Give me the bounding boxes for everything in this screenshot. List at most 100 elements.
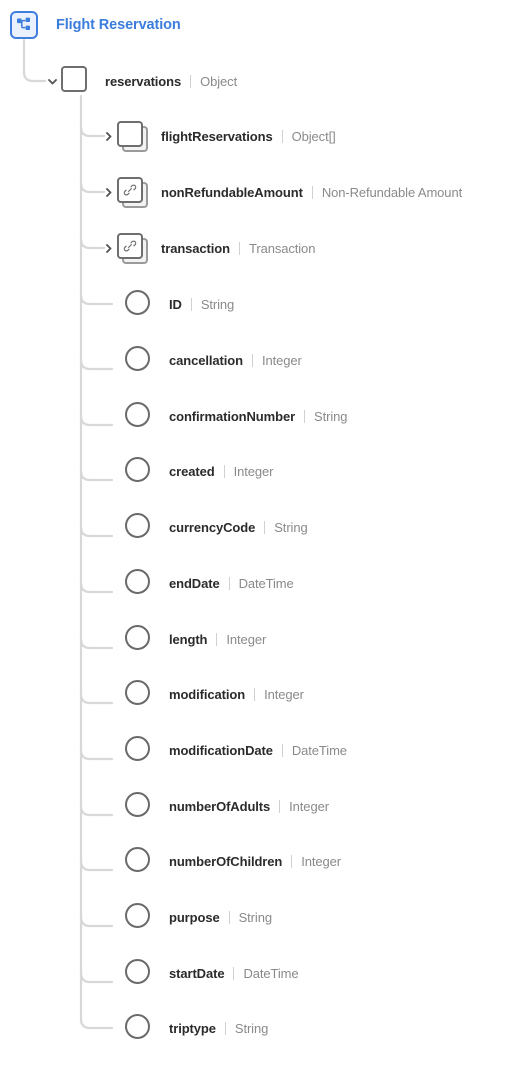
tree-node-type: Non-Refundable Amount xyxy=(321,185,463,200)
tree-node-type: String xyxy=(238,910,272,925)
field-node-icon[interactable] xyxy=(125,512,155,542)
tree-node-modificationDate[interactable]: modificationDate DateTime xyxy=(109,730,347,770)
tree-node-name: confirmationNumber xyxy=(169,409,296,424)
chevron-right-icon[interactable] xyxy=(101,241,115,255)
tree-node-name: numberOfAdults xyxy=(169,799,271,814)
tree-node-name: flightReservations xyxy=(161,129,273,144)
label-divider xyxy=(264,521,266,534)
tree-node-type: String xyxy=(274,520,308,535)
tree-node-confirmationNumber[interactable]: confirmationNumber String xyxy=(109,396,348,436)
tree-node-length[interactable]: length Integer xyxy=(109,619,266,659)
tree-node-labels: transaction Transaction xyxy=(161,240,315,256)
tree-node-name: startDate xyxy=(169,966,225,981)
tree-node-labels: confirmationNumber String xyxy=(169,408,348,424)
tree-node-type: Integer xyxy=(289,799,329,814)
label-divider xyxy=(233,967,235,980)
tree-node-created[interactable]: created Integer xyxy=(109,451,273,491)
label-divider xyxy=(238,242,240,255)
link-icon xyxy=(117,233,143,259)
label-divider xyxy=(228,911,230,924)
label-divider xyxy=(190,298,192,311)
tree-node-labels: currencyCode String xyxy=(169,519,308,535)
tree-node-labels: startDate DateTime xyxy=(169,965,299,981)
field-node-icon[interactable] xyxy=(125,1013,155,1043)
field-node-icon[interactable] xyxy=(125,679,155,709)
tree-node-ID[interactable]: ID String xyxy=(109,284,234,324)
label-divider xyxy=(254,688,256,701)
tree-node-labels: created Integer xyxy=(169,463,273,479)
tree-node-labels: length Integer xyxy=(169,631,266,647)
field-node-icon[interactable] xyxy=(125,791,155,821)
field-node-icon[interactable] xyxy=(125,735,155,765)
tree-node-type: Transaction xyxy=(248,241,316,256)
tree-node-labels: numberOfAdults Integer xyxy=(169,798,329,814)
field-node-icon[interactable] xyxy=(125,401,155,431)
label-divider xyxy=(190,75,192,88)
link-icon xyxy=(117,177,143,203)
label-divider xyxy=(216,633,218,646)
tree-node-root[interactable]: reservations Object xyxy=(45,61,237,101)
tree-node-transaction[interactable]: transaction Transaction xyxy=(101,228,315,268)
tree-node-type: Integer xyxy=(264,687,304,702)
sitemap-icon[interactable] xyxy=(10,11,38,39)
label-divider xyxy=(311,186,313,199)
field-node-icon[interactable] xyxy=(125,289,155,319)
tree-node-purpose[interactable]: purpose String xyxy=(109,897,272,937)
tree-node-type: DateTime xyxy=(291,743,347,758)
tree-node-numberOfAdults[interactable]: numberOfAdults Integer xyxy=(109,786,329,826)
tree-node-type: DateTime xyxy=(243,966,299,981)
tree-node-type: Object[] xyxy=(291,129,336,144)
field-node-icon[interactable] xyxy=(125,846,155,876)
tree-node-cancellation[interactable]: cancellation Integer xyxy=(109,340,302,380)
chevron-right-icon[interactable] xyxy=(101,185,115,199)
tree-node-name: transaction xyxy=(161,241,230,256)
tree-node-flightReservations[interactable]: flightReservations Object[] xyxy=(101,116,336,156)
tree-node-triptype[interactable]: triptype String xyxy=(109,1008,268,1048)
tree-node-name: ID xyxy=(169,297,182,312)
label-divider xyxy=(228,577,230,590)
tree-node-labels: modification Integer xyxy=(169,686,304,702)
field-node-icon[interactable] xyxy=(125,958,155,988)
diagram-header: Flight Reservation xyxy=(10,10,181,40)
field-node-icon[interactable] xyxy=(125,568,155,598)
label-divider xyxy=(281,130,283,143)
tree-node-name: created xyxy=(169,464,215,479)
tree-node-type: Integer xyxy=(226,632,267,647)
tree-node-nonRefundableAmount[interactable]: nonRefundableAmount Non-Refundable Amount xyxy=(101,172,462,212)
tree-node-labels: reservations Object xyxy=(105,73,237,89)
reference-node-icon[interactable] xyxy=(117,233,148,264)
chevron-down-icon[interactable] xyxy=(45,74,59,88)
field-node-icon[interactable] xyxy=(125,902,155,932)
tree-node-name: cancellation xyxy=(169,353,243,368)
tree-node-type: String xyxy=(314,409,348,424)
tree-node-modification[interactable]: modification Integer xyxy=(109,674,304,714)
label-divider xyxy=(251,354,253,367)
tree-node-currencyCode[interactable]: currencyCode String xyxy=(109,507,308,547)
reference-node-icon[interactable] xyxy=(117,177,148,208)
label-divider xyxy=(224,1022,226,1035)
tree-node-name: reservations xyxy=(105,74,182,89)
tree-node-type: Integer xyxy=(261,353,302,368)
array-node-icon[interactable] xyxy=(117,121,148,152)
tree-node-labels: endDate DateTime xyxy=(169,575,294,591)
tree-node-labels: modificationDate DateTime xyxy=(169,742,347,758)
tree-node-name: currencyCode xyxy=(169,520,256,535)
object-node-icon[interactable] xyxy=(61,66,91,96)
label-divider xyxy=(304,410,306,423)
tree-node-labels: numberOfChildren Integer xyxy=(169,853,341,869)
tree-node-type: String xyxy=(234,1021,269,1036)
tree-node-startDate[interactable]: startDate DateTime xyxy=(109,953,299,993)
field-node-icon[interactable] xyxy=(125,345,155,375)
tree-node-name: triptype xyxy=(169,1021,216,1036)
label-divider xyxy=(281,744,283,757)
tree-node-type: Object xyxy=(200,74,238,89)
tree-node-numberOfChildren[interactable]: numberOfChildren Integer xyxy=(109,841,341,881)
label-divider xyxy=(291,855,293,868)
tree-node-endDate[interactable]: endDate DateTime xyxy=(109,563,294,603)
tree-node-name: purpose xyxy=(169,910,220,925)
tree-node-labels: purpose String xyxy=(169,909,272,925)
chevron-right-icon[interactable] xyxy=(101,129,115,143)
field-node-icon[interactable] xyxy=(125,624,155,654)
field-node-icon[interactable] xyxy=(125,456,155,486)
tree-node-name: endDate xyxy=(169,576,220,591)
